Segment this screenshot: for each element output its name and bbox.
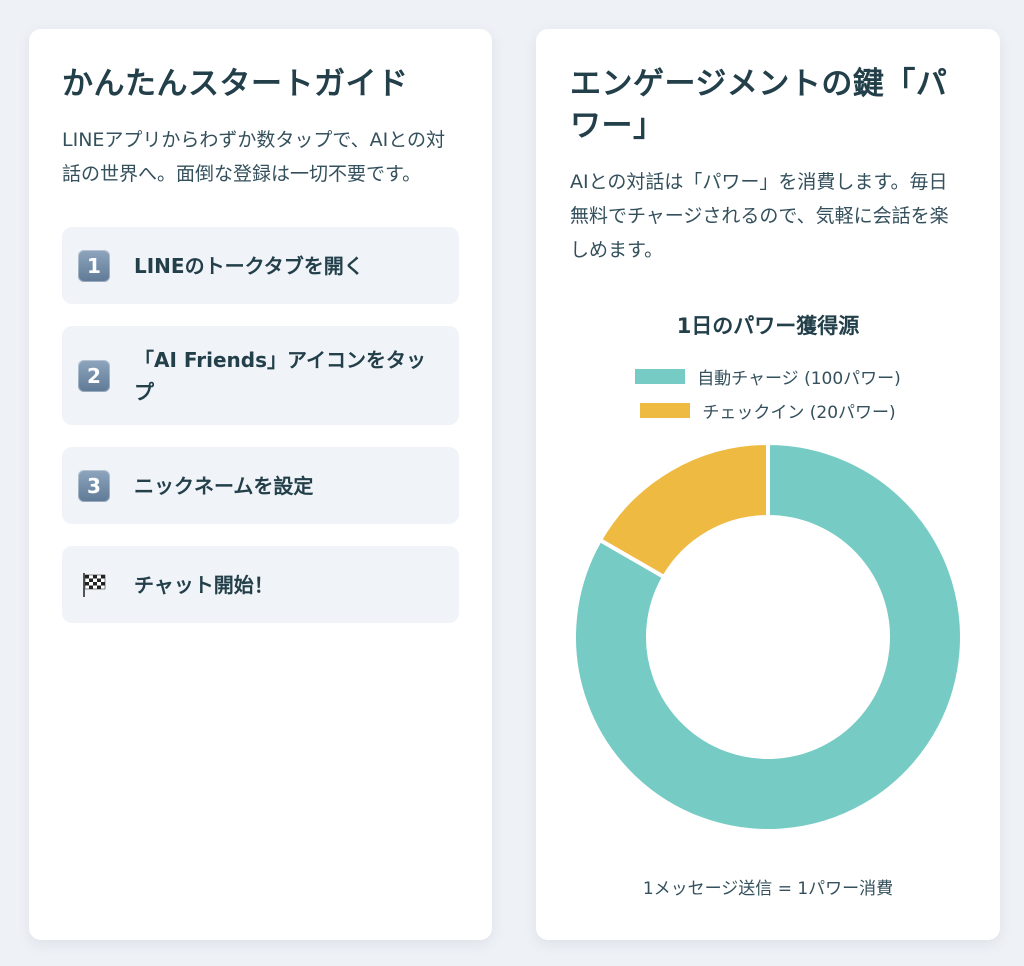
- legend-swatch: [640, 402, 691, 418]
- power-description: AIとの対話は「パワー」を消費します。毎日無料でチャージされるので、気軽に会話を…: [570, 171, 949, 261]
- keycap-1-icon: 1: [78, 249, 110, 282]
- power-chart: 1日のパワー獲得源 自動チャージ (100パワー) チェックイン (20パワー): [570, 311, 966, 833]
- step-item-4: チャット開始！: [62, 546, 459, 623]
- keycap-2-icon: 2: [78, 359, 110, 392]
- step-item-3: 3 ニックネームを設定: [62, 447, 459, 524]
- donut-chart: [570, 439, 966, 835]
- quick-start-title: かんたんスタートガイド: [62, 66, 409, 102]
- chart-footer-note: 1メッセージ送信 = 1パワー消費: [642, 879, 894, 899]
- legend-label: 自動チャージ (100パワー): [697, 368, 901, 389]
- checkered-flag-icon: [78, 571, 110, 599]
- power-title: エンゲージメントの鍵「パワー」: [570, 66, 948, 144]
- step-list: 1 LINEのトークタブを開く 2 「AI Friends」アイコンをタップ 3…: [62, 227, 459, 623]
- chart-legend: 自動チャージ (100パワー) チェックイン (20パワー): [570, 359, 966, 427]
- quick-start-card: かんたんスタートガイド LINEアプリからわずか数タップで、AIとの対話の世界へ…: [29, 29, 492, 940]
- step-label: LINEのトークタブを開く: [134, 253, 364, 278]
- keycap-3-icon: 3: [78, 469, 110, 502]
- chart-title: 1日のパワー獲得源: [676, 314, 860, 338]
- legend-item-check-in[interactable]: チェックイン (20パワー): [640, 393, 896, 427]
- step-item-2: 2 「AI Friends」アイコンをタップ: [62, 326, 459, 425]
- legend-swatch: [635, 368, 686, 384]
- step-item-1: 1 LINEのトークタブを開く: [62, 227, 459, 304]
- quick-start-description: LINEアプリからわずか数タップで、AIとの対話の世界へ。面倒な登録は一切不要で…: [62, 129, 446, 185]
- step-label: ニックネームを設定: [134, 473, 314, 498]
- power-card: エンゲージメントの鍵「パワー」 AIとの対話は「パワー」を消費します。毎日無料で…: [536, 29, 1000, 940]
- step-label: チャット開始！: [134, 572, 274, 597]
- step-label: 「AI Friends」アイコンをタップ: [134, 347, 427, 404]
- legend-item-auto-charge[interactable]: 自動チャージ (100パワー): [635, 359, 901, 393]
- legend-label: チェックイン (20パワー): [702, 402, 896, 423]
